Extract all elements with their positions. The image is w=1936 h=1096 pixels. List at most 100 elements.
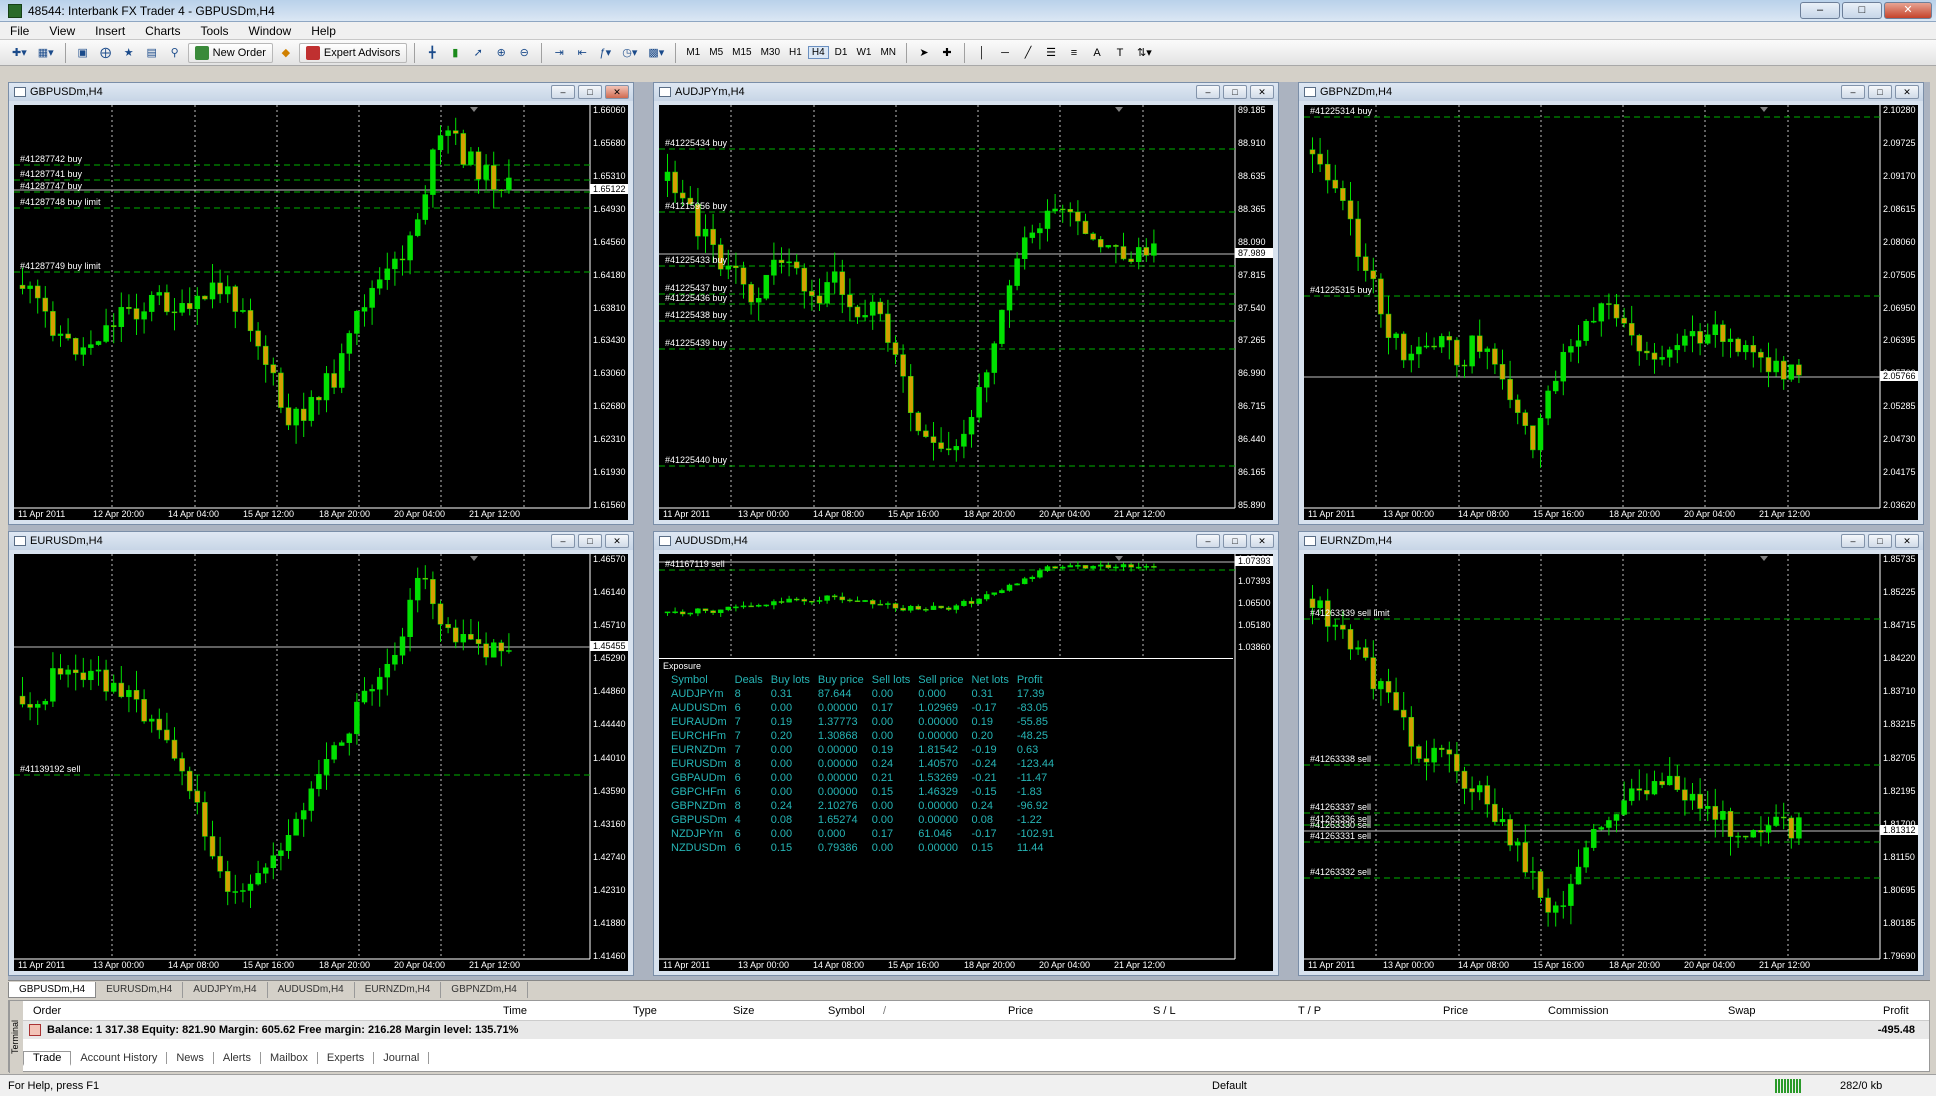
order-label[interactable]: #41215956 buy <box>665 201 727 211</box>
menu-tools[interactable]: Tools <box>191 24 239 38</box>
timeframe-w1[interactable]: W1 <box>853 47 874 58</box>
chart-tab[interactable]: EURNZDm,H4 <box>355 982 442 998</box>
order-label[interactable]: #41225436 buy <box>665 293 727 303</box>
fibonacci-icon[interactable]: ≡ <box>1064 43 1084 63</box>
order-label[interactable]: #41263332 sell <box>1310 867 1371 877</box>
order-label[interactable]: #41263330 sell <box>1310 820 1371 830</box>
order-label[interactable]: #41225314 buy <box>1310 106 1372 116</box>
new-chart-icon[interactable]: ✚▾ <box>8 43 31 63</box>
timeframe-d1[interactable]: D1 <box>832 47 851 58</box>
menu-file[interactable]: File <box>0 24 39 38</box>
chart-tab[interactable]: EURUSDm,H4 <box>96 982 184 998</box>
chart-window-eurusd[interactable]: EURUSDm,H4 – □ ✕ #41139192 sell 1.46570 1.4614… <box>8 531 634 976</box>
vertical-line-icon[interactable]: │ <box>972 43 992 63</box>
tester-icon[interactable]: ⚲ <box>165 43 185 63</box>
zoom-in-icon[interactable]: ⊕ <box>491 43 511 63</box>
order-label[interactable]: #41139192 sell <box>20 764 80 774</box>
col-sl[interactable]: S / L <box>1153 1005 1176 1017</box>
timeframe-m5[interactable]: M5 <box>706 47 726 58</box>
chart-restore-button[interactable]: □ <box>1223 85 1247 99</box>
tab-news[interactable]: News <box>167 1052 214 1064</box>
chart-tab[interactable]: AUDJPYm,H4 <box>183 982 268 998</box>
order-label[interactable]: #41225438 buy <box>665 310 727 320</box>
order-label[interactable]: #41225433 buy <box>665 255 727 265</box>
chart-shift-icon[interactable]: ⇤ <box>572 43 592 63</box>
auto-scroll-icon[interactable]: ⇥ <box>549 43 569 63</box>
tab-experts[interactable]: Experts <box>318 1052 375 1064</box>
candlestick-icon[interactable]: ▮ <box>445 43 465 63</box>
new-order-button[interactable]: New Order <box>187 42 273 63</box>
chart-window-header[interactable]: GBPUSDm,H4 – □ ✕ <box>9 83 633 101</box>
tab-alerts[interactable]: Alerts <box>214 1052 261 1064</box>
chart-tab[interactable]: GBPUSDm,H4 <box>8 982 97 998</box>
tab-trade[interactable]: Trade <box>23 1050 72 1066</box>
chart-close-button[interactable]: ✕ <box>1250 534 1274 548</box>
order-label[interactable]: #41263339 sell limit <box>1310 608 1390 618</box>
col-size[interactable]: Size <box>733 1005 754 1017</box>
cursor-icon[interactable]: ➤ <box>914 43 934 63</box>
chart-plot-area[interactable]: #41225434 buy #41215956 buy #41225433 buy #… <box>659 105 1273 520</box>
order-label[interactable]: #41263337 sell <box>1310 802 1371 812</box>
templates-icon[interactable]: ▩▾ <box>644 43 668 63</box>
menu-view[interactable]: View <box>39 24 85 38</box>
col-price[interactable]: Price <box>1008 1005 1033 1017</box>
crosshair-icon[interactable]: ✚ <box>937 43 957 63</box>
chart-plot-area[interactable]: #41225314 buy #41225315 buy 2.10280 2.09725… <box>1304 105 1918 520</box>
bar-chart-icon[interactable]: ╋ <box>422 43 442 63</box>
menu-charts[interactable]: Charts <box>135 24 190 38</box>
col-type[interactable]: Type <box>633 1005 657 1017</box>
chart-window-header[interactable]: EURUSDm,H4 – □ ✕ <box>9 532 633 550</box>
order-label[interactable]: #41263338 sell <box>1310 754 1371 764</box>
menu-insert[interactable]: Insert <box>85 24 135 38</box>
close-button[interactable]: ✕ <box>1884 2 1932 19</box>
order-label[interactable]: #41263331 sell <box>1310 831 1371 841</box>
minimize-button[interactable]: – <box>1800 2 1840 19</box>
timeframe-m30[interactable]: M30 <box>758 47 783 58</box>
chart-plot-area[interactable]: #41263339 sell limit #41263338 sell #41263… <box>1304 554 1918 971</box>
tab-account-history[interactable]: Account History <box>71 1052 168 1064</box>
chart-restore-button[interactable]: □ <box>1868 534 1892 548</box>
chart-restore-button[interactable]: □ <box>578 534 602 548</box>
col-swap[interactable]: Swap <box>1728 1005 1756 1017</box>
order-label[interactable]: #41225437 buy <box>665 283 727 293</box>
chart-close-button[interactable]: ✕ <box>605 85 629 99</box>
chart-minimize-button[interactable]: – <box>1196 534 1220 548</box>
terminal-icon[interactable]: ▤ <box>142 43 162 63</box>
market-watch-icon[interactable]: ▣ <box>73 43 93 63</box>
chart-minimize-button[interactable]: – <box>1841 85 1865 99</box>
menu-help[interactable]: Help <box>301 24 346 38</box>
indicators-icon[interactable]: ƒ▾ <box>595 43 615 63</box>
col-profit[interactable]: Profit <box>1883 1005 1909 1017</box>
terminal-side-label[interactable]: Terminal <box>9 1001 23 1073</box>
arrows-icon[interactable]: ⇅▾ <box>1133 43 1156 63</box>
navigator-icon[interactable]: ★ <box>119 43 139 63</box>
maximize-button[interactable]: □ <box>1842 2 1882 19</box>
col-time[interactable]: Time <box>503 1005 527 1017</box>
chart-minimize-button[interactable]: – <box>551 534 575 548</box>
chart-restore-button[interactable]: □ <box>1223 534 1247 548</box>
expert-advisors-button[interactable]: Expert Advisors <box>298 42 408 63</box>
col-commission[interactable]: Commission <box>1548 1005 1609 1017</box>
horizontal-line-icon[interactable]: ─ <box>995 43 1015 63</box>
tab-mailbox[interactable]: Mailbox <box>261 1052 318 1064</box>
chart-plot-area[interactable]: #41139192 sell 1.46570 1.46140 1.45710 1.452… <box>14 554 628 971</box>
channel-icon[interactable]: ☰ <box>1041 43 1061 63</box>
trendline-icon[interactable]: ╱ <box>1018 43 1038 63</box>
balance-row[interactable]: Balance: 1 317.38 Equity: 821.90 Margin:… <box>23 1021 1929 1039</box>
chart-restore-button[interactable]: □ <box>578 85 602 99</box>
metaeditor-icon[interactable]: ◆ <box>276 43 296 63</box>
order-label[interactable]: #41287742 buy <box>20 154 82 164</box>
tab-journal[interactable]: Journal <box>374 1052 430 1064</box>
chart-close-button[interactable]: ✕ <box>1895 85 1919 99</box>
timeframe-m1[interactable]: M1 <box>683 47 703 58</box>
chart-close-button[interactable]: ✕ <box>1895 534 1919 548</box>
chart-minimize-button[interactable]: – <box>1196 85 1220 99</box>
chart-window-gbpnzd[interactable]: GBPNZDm,H4 – □ ✕ #41225314 buy #41225315 buy 2… <box>1298 82 1924 525</box>
chart-window-gbpusd[interactable]: GBPUSDm,H4– □ ✕ #41287742 buy #41287741 buy #… <box>8 82 634 525</box>
chart-tab[interactable]: AUDUSDm,H4 <box>268 982 355 998</box>
chart-window-eurnzd[interactable]: EURNZDm,H4– □ ✕ #41263339 sell limit #412633… <box>1298 531 1924 976</box>
chart-plot-area[interactable]: #41167119 sell1.076201.073931.065001.051… <box>659 554 1273 971</box>
chart-minimize-button[interactable]: – <box>551 85 575 99</box>
order-label[interactable]: #41287749 buy limit <box>20 261 101 271</box>
col-tp[interactable]: T / P <box>1298 1005 1321 1017</box>
